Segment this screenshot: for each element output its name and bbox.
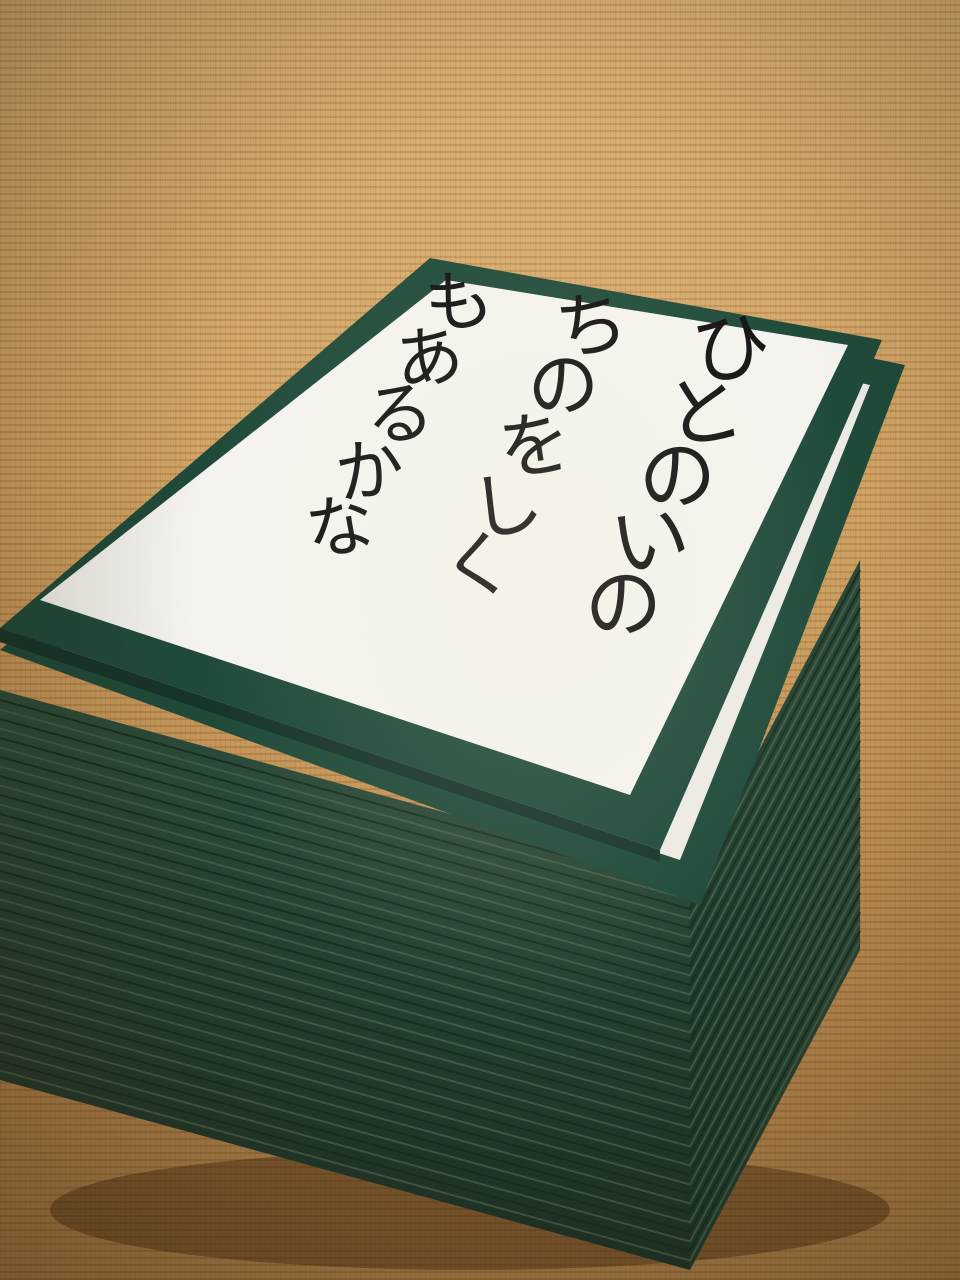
lighting-vignette	[0, 0, 960, 1280]
photo-scene: ひとのいの ちのをしく もあるかな	[0, 0, 960, 1280]
